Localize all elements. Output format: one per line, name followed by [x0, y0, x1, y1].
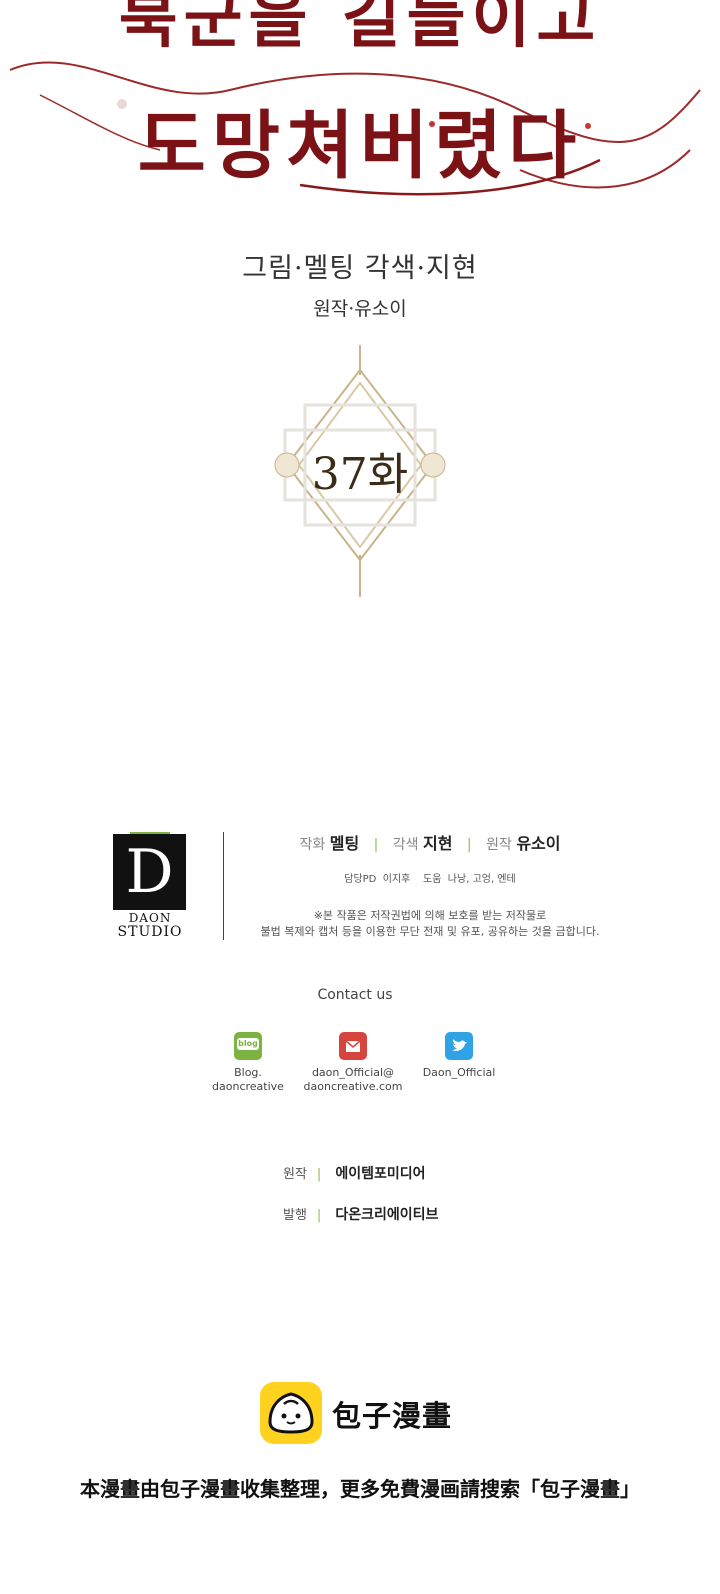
daon-studio-logo: D [113, 834, 186, 910]
staff-role: 원작 [486, 837, 512, 853]
twitter-icon [445, 1032, 473, 1060]
mail-icon [339, 1032, 367, 1060]
original-label: 원작 [283, 1167, 307, 1182]
contact-line: daon_Official@ [311, 1066, 395, 1079]
vertical-divider [223, 832, 224, 940]
separator: | [466, 837, 472, 853]
staff-credits: 작화 멜팅 | 각색 지현 | 원작 유소이 [260, 830, 600, 854]
baozi-brand-name: 包子漫畫 [332, 1399, 453, 1433]
title-art: 북군을 길들이고 도망쳐버렸다 [0, 0, 720, 220]
logo-text-studio: STUDIO [117, 924, 183, 940]
copyright-notice-1: ※본 작품은 저작권법에 의해 보호를 받는 저작물로 [313, 909, 547, 922]
contact-twitter[interactable]: Daon_Official [399, 1032, 519, 1080]
episode-label: 37화 [311, 449, 409, 500]
baozi-logo-icon [260, 1382, 322, 1444]
contact-line: Blog. [234, 1066, 262, 1079]
contact-line: Daon_Official [422, 1066, 496, 1079]
blog-icon: blog [234, 1032, 262, 1060]
staff-support: 담당PD 이지후 도움 나낭, 고엉, 엔테 [344, 874, 516, 885]
credits-original: 원작·유소이 [313, 298, 407, 320]
contact-title: Contact us [317, 987, 393, 1003]
blog-icon-text: blog [237, 1038, 259, 1050]
publisher-original-row: 원작 | 에이템포미디어 [283, 1163, 425, 1183]
staff-name: 유소이 [516, 834, 561, 853]
staff-name: 지현 [423, 834, 453, 853]
publish-value: 다온크리에이티브 [335, 1207, 439, 1223]
contact-email[interactable]: daon_Official@ daoncreative.com [293, 1032, 413, 1094]
copyright-notice-2: 불법 복제와 캡처 등을 이용한 무단 전재 및 유포, 공유하는 것을 금합니… [260, 925, 600, 938]
publish-label: 발행 [283, 1208, 307, 1223]
publisher-publish-row: 발행 | 다온크리에이티브 [283, 1204, 438, 1224]
contact-blog[interactable]: blog Blog. daoncreative [188, 1032, 308, 1094]
credits-main: 그림·멜팅 각색·지현 [242, 253, 478, 284]
staff-role: 각색 [392, 837, 419, 853]
staff-name: 멜팅 [329, 834, 360, 853]
title-line-2: 도망쳐버렸다 [137, 103, 583, 189]
logo-text-daon: DAON [128, 911, 172, 925]
baozi-notice: 本漫畫由包子漫畫收集整理，更多免費漫画請搜索「包子漫畫」 [80, 1477, 640, 1501]
title-line-1: 북군을 길들이고 [118, 0, 602, 57]
original-value: 에이템포미디어 [335, 1166, 426, 1182]
contact-line: daoncreative [212, 1080, 284, 1093]
separator: | [316, 1167, 322, 1182]
staff-role: 작화 [299, 837, 326, 853]
contact-line: daoncreative.com [303, 1080, 403, 1093]
separator: | [373, 837, 379, 853]
separator: | [316, 1208, 322, 1223]
logo-letter: D [125, 837, 174, 907]
